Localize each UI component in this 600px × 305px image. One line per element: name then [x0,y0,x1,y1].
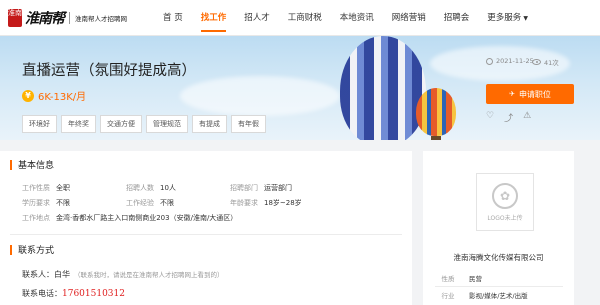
company-logo[interactable]: ✿ LOGO未上传 [476,173,534,231]
eye-icon [532,59,541,65]
basic-info-grid: 工作性质 全职 招聘人数 10人 招聘部门 运营部门 学历要求 不限 工作经验 … [22,180,334,225]
post-date: 2021-11-25 [486,57,534,65]
job-tag: 有年假 [231,115,266,133]
contact-phone[interactable]: 17601510312 [62,289,125,299]
contact-header: 联系方式 [10,243,54,256]
info-row: 工作性质 全职 招聘人数 10人 招聘部门 运营部门 [22,180,334,195]
job-tags: 环境好 年终奖 交通方便 管理规范 有提成 有年假 [22,115,266,133]
info-label: 工作经验 [126,198,154,207]
job-tag: 交通方便 [100,115,142,133]
section-divider [10,234,402,235]
company-row-divider [435,286,563,287]
info-cell: 工作性质 全职 [22,183,126,193]
job-tag: 年终奖 [61,115,96,133]
section-title: 联系方式 [18,246,55,256]
job-detail-card: 基本信息 工作性质 全职 招聘人数 10人 招聘部门 运营部门 学历要求 不限 … [0,151,412,305]
info-label: 招聘人数 [126,183,154,192]
clock-icon [486,57,493,65]
yuan-icon: ¥ [22,89,34,102]
nav-item-news[interactable]: 本地资讯 [331,0,383,36]
nav-more-label: 更多服务 [487,13,522,23]
nav-item-tax[interactable]: 工商财税 [279,0,331,36]
salary-value: 6K-13K/月 [38,92,87,103]
report-icon[interactable]: ⚠ [523,111,531,124]
job-tag: 管理规范 [146,115,188,133]
info-value: 全职 [56,183,70,192]
job-title: 直播运营（氛围好提成高） [22,63,196,79]
info-label: 学历要求 [22,198,50,207]
job-tag: 有提成 [192,115,227,133]
info-row: 学历要求 不限 工作经验 不限 年龄要求 18岁~28岁 [22,195,334,210]
site-logo[interactable]: 淮南 淮南帮 淮南帮人才招聘网 [8,8,127,28]
cloud-decoration [180,76,340,116]
post-date-value: 2021-11-25 [496,57,534,65]
info-cell: 年龄要求 18岁~28岁 [230,198,334,208]
info-value: 不限 [160,198,174,207]
view-count-value: 41次 [544,59,559,67]
company-label: 性质 [441,274,455,283]
info-cell: 工作经验 不限 [126,198,230,208]
job-actions: ♡ ⤴ ⚠ [486,111,531,124]
contact-person: 白华 [54,270,70,279]
nav-item-job-fair[interactable]: 招聘会 [435,0,479,36]
info-value: 不限 [56,198,70,207]
info-cell: 招聘部门 运营部门 [230,183,334,193]
address-label: 工作地点 [22,213,50,222]
company-name[interactable]: 淮南海腾文化传媒有限公司 [423,252,574,263]
basic-info-header: 基本信息 [10,158,54,171]
logo-placeholder-icon: ✿ [492,182,518,209]
info-value: 10人 [160,183,176,192]
contact-note: （联系我时，请说是在淮南帮人才招聘网上看到的） [74,271,224,279]
share-icon[interactable]: ⤴ [504,111,513,124]
info-row: 工作地点 金湾·香都水厂路主入口南侧商业203（安徽/淮南/大通区） [22,210,334,225]
top-navbar: 淮南 淮南帮 淮南帮人才招聘网 首 页 找工作 招人才 工商财税 本地资讯 网络… [0,0,600,36]
contact-phone-row: 联系电话：17601510312 [22,288,125,299]
send-icon: ✈ [509,90,515,98]
nav-item-marketing[interactable]: 网络营销 [383,0,435,36]
nav-item-home[interactable]: 首 页 [154,0,192,36]
chevron-down-icon: ▼ [523,15,528,22]
info-cell: 招聘人数 10人 [126,183,230,193]
section-title: 基本信息 [18,161,55,171]
logo-seal: 淮南 [8,9,22,27]
balloon-illustration [416,88,456,136]
info-value: 运营部门 [264,183,292,192]
section-accent-bar [10,244,12,255]
view-count: 41次 [532,57,559,67]
nav-item-find-job[interactable]: 找工作 [192,0,236,36]
balloon-basket [431,136,441,140]
contact-person-row: 联系人：白华 （联系我时，请说是在淮南帮人才招聘网上看到的） [22,269,224,280]
company-card: ✿ LOGO未上传 淮南海腾文化传媒有限公司 性质 民营 行业 影视/媒体/艺术… [423,151,574,305]
job-tag: 环境好 [22,115,57,133]
logo-subtitle: 淮南帮人才招聘网 [75,15,127,23]
company-value: 民营 [469,274,482,283]
company-row: 性质 民营 [435,269,528,286]
company-label: 行业 [441,291,455,300]
company-value: 影视/媒体/艺术/出版 [469,291,528,300]
balloon-illustration [340,36,426,140]
info-label: 年龄要求 [230,198,258,207]
contact-phone-label: 联系电话： [22,289,62,298]
logo-wordmark: 淮南帮 [25,11,65,27]
section-accent-bar [10,159,12,170]
apply-label: 申请职位 [518,89,551,99]
nav-item-recruit[interactable]: 招人才 [235,0,279,36]
favorite-icon[interactable]: ♡ [486,111,494,124]
info-label: 招聘部门 [230,183,258,192]
contact-person-label: 联系人： [22,270,54,279]
info-cell: 学历要求 不限 [22,198,126,208]
info-label: 工作性质 [22,183,50,192]
main-nav: 首 页 找工作 招人才 工商财税 本地资讯 网络营销 招聘会 更多服务 ▼ [154,0,537,36]
info-value: 18岁~28岁 [264,198,302,207]
nav-item-more[interactable]: 更多服务 ▼ [478,0,537,36]
logo-placeholder-text: LOGO未上传 [487,214,523,222]
company-row: 行业 影视/媒体/艺术/出版 [435,286,528,303]
logo-divider [69,12,70,24]
salary: ¥ 6K-13K/月 [22,88,86,103]
apply-job-button[interactable]: ✈ 申请职位 [486,84,574,104]
work-address: 金湾·香都水厂路主入口南侧商业203（安徽/淮南/大通区） [56,213,238,222]
